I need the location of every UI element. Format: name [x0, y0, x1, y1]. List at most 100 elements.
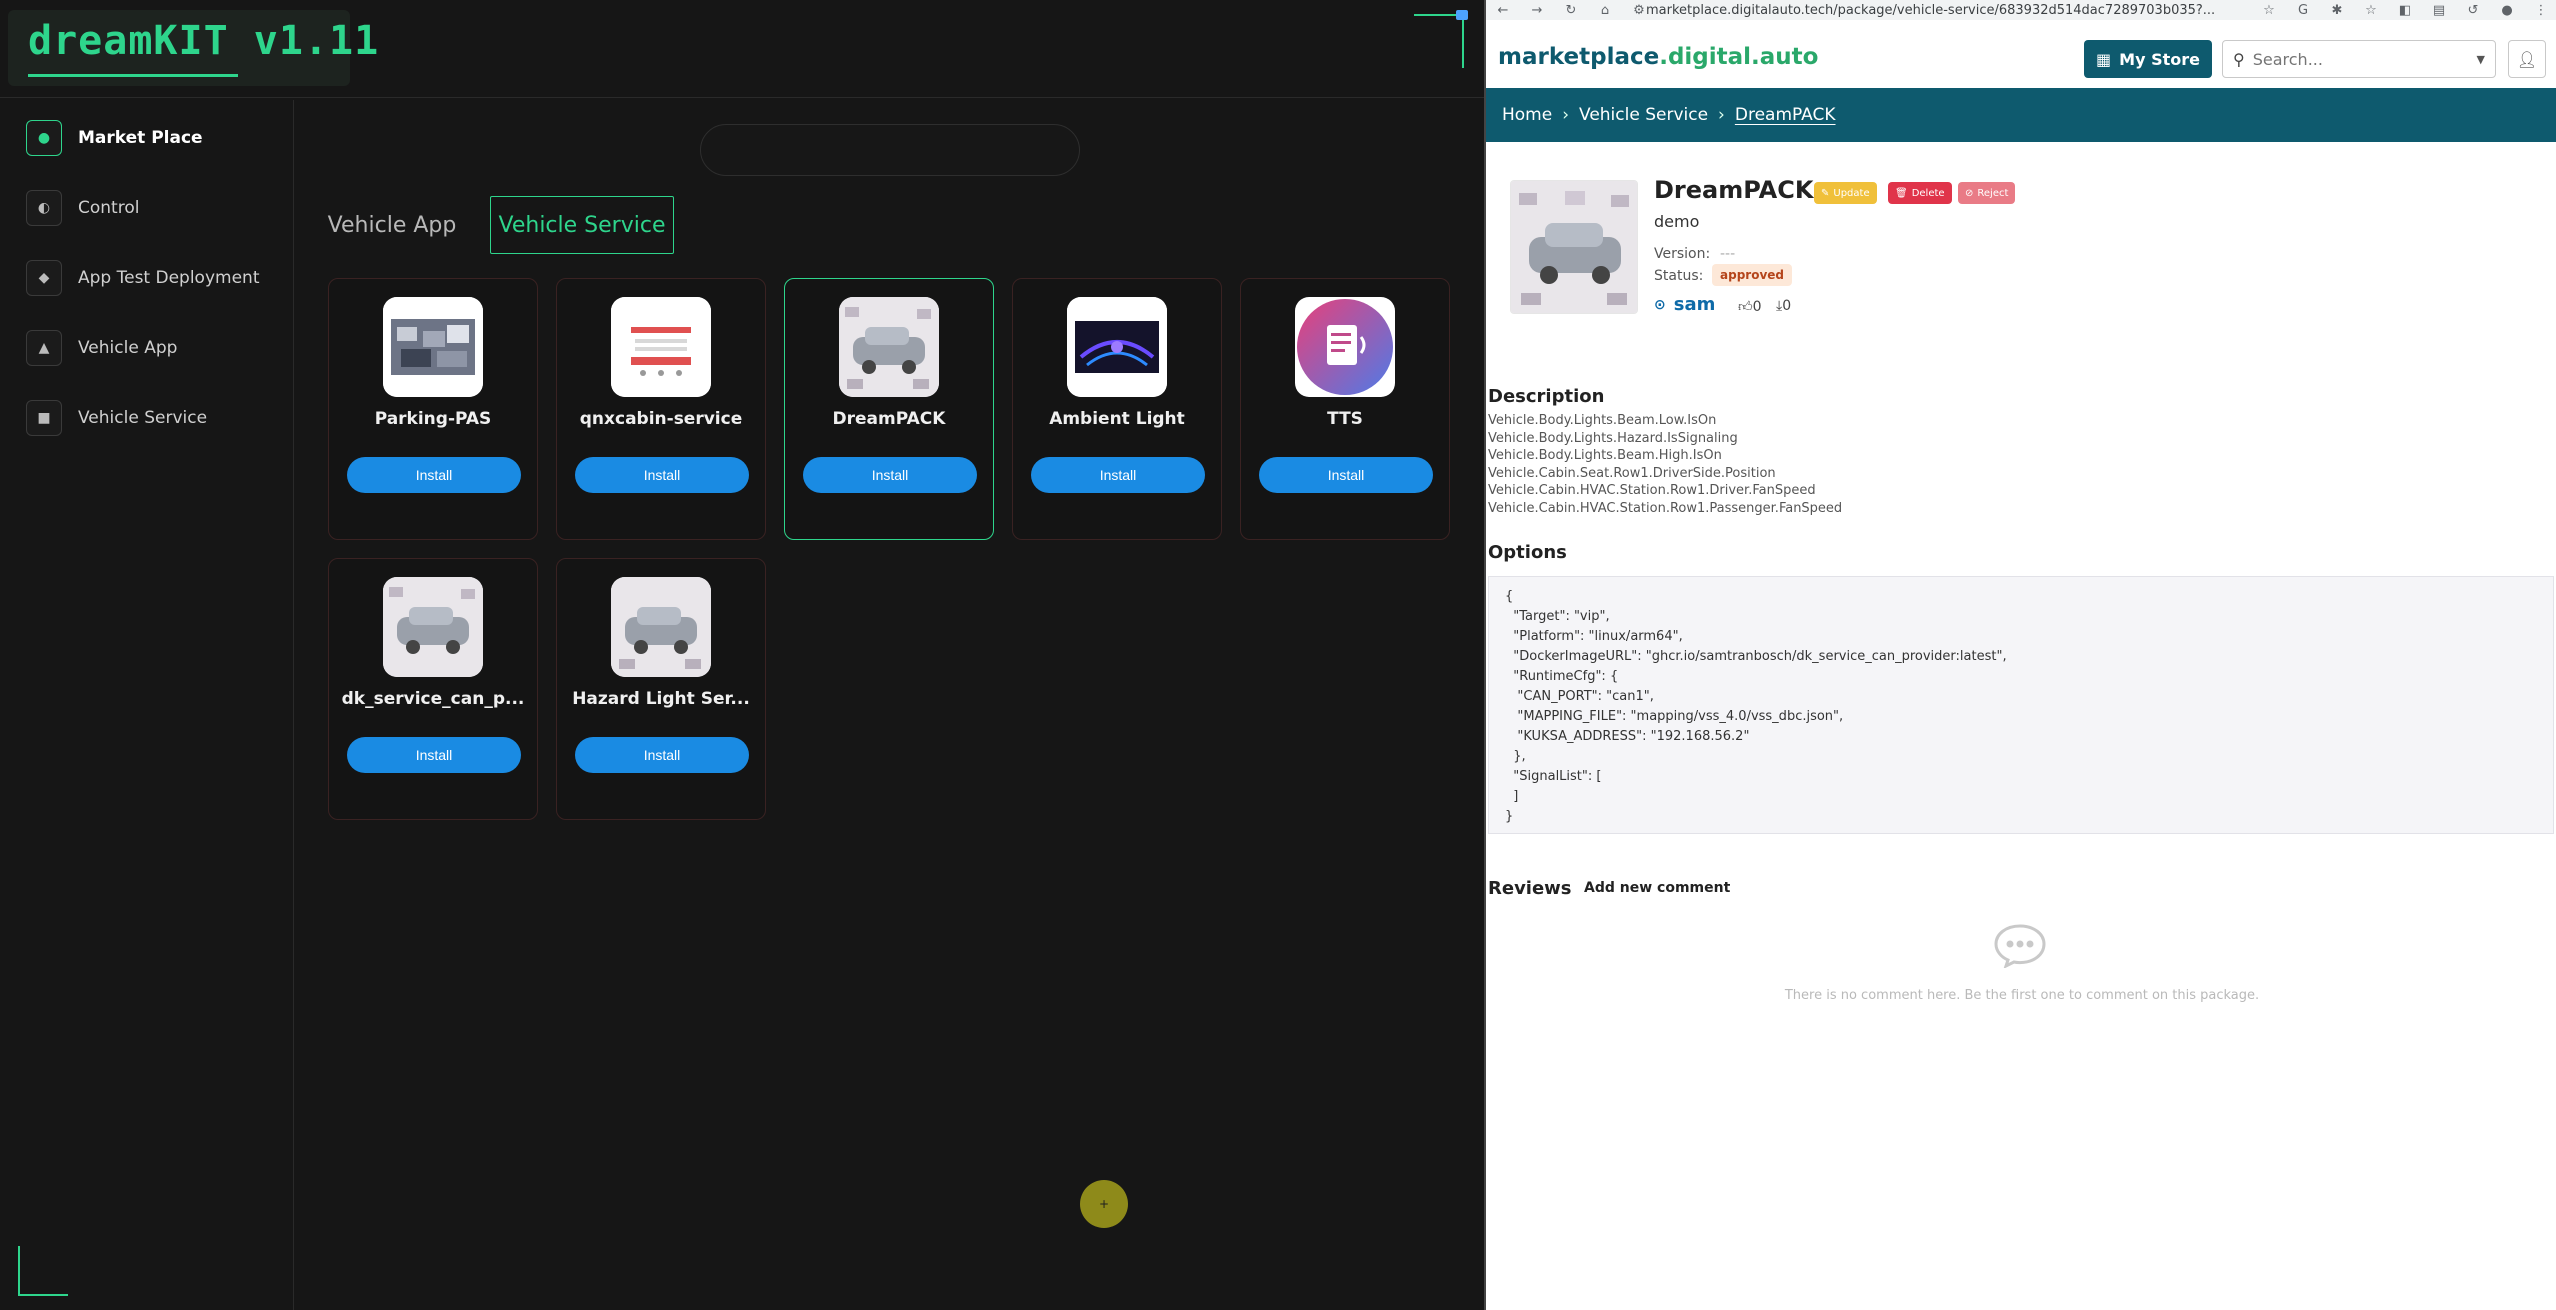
update-button[interactable]: ✎ Update: [1814, 182, 1877, 204]
browser-window: ← → ↻ ⌂ ⚙ marketplace.digitalauto.tech/p…: [1484, 0, 2556, 1310]
sidebar-item-label: Market Place: [78, 128, 203, 148]
options-title: Options: [1488, 542, 1567, 563]
delete-button[interactable]: 🗑︎ Delete: [1888, 182, 1952, 204]
square-icon: ■: [26, 400, 62, 436]
card-name: Hazard Light Ser...: [572, 689, 750, 709]
description-line: Vehicle.Cabin.HVAC.Station.Row1.Passenge…: [1488, 500, 1843, 516]
triangle-icon: ▲: [26, 330, 62, 366]
url-bar[interactable]: marketplace.digitalauto.tech/package/veh…: [1646, 0, 2226, 20]
star-icon[interactable]: ☆: [2354, 0, 2388, 20]
reject-button[interactable]: ⊘ Reject: [1958, 182, 2016, 204]
description-list: Vehicle.Body.Lights.Beam.Low.IsOn Vehicl…: [1488, 412, 1842, 517]
profile-avatar-icon[interactable]: ●: [2490, 0, 2524, 20]
card-name: DreamPACK: [832, 409, 946, 429]
reading-list-icon[interactable]: ▤: [2422, 0, 2456, 20]
app-card-ambient-light[interactable]: Ambient Light Install: [1012, 278, 1222, 540]
downloads-count: ⤓0: [1776, 298, 1791, 314]
corner-decoration: [1414, 14, 1464, 68]
comment-bubble-icon: [1994, 924, 2046, 968]
app-card-hazard-light-service[interactable]: Hazard Light Ser... Install: [556, 558, 766, 820]
install-button[interactable]: Install: [575, 737, 749, 773]
description-line: Vehicle.Body.Lights.Beam.Low.IsOn: [1488, 413, 1717, 428]
browser-toolbar: ← → ↻ ⌂ ⚙ marketplace.digitalauto.tech/p…: [1486, 0, 2556, 20]
install-button[interactable]: Install: [1259, 457, 1433, 493]
delete-label: Delete: [1911, 187, 1945, 199]
app-title: dreamKIT v1.11: [28, 18, 380, 64]
card-name: Parking-PAS: [374, 409, 492, 429]
dot-icon: ●: [26, 120, 62, 156]
likes-count[interactable]: 👍︎0: [1738, 298, 1762, 315]
half-circle-icon: ◐: [26, 190, 62, 226]
version-label: Version:: [1654, 246, 1711, 262]
options-code-block: { "Target": "vip", "Platform": "linux/ar…: [1488, 576, 2554, 834]
store-icon: ▦: [2096, 49, 2112, 69]
bookmark-star-icon[interactable]: ☆: [2252, 0, 2286, 20]
search-input[interactable]: [2252, 49, 2453, 69]
search-pill[interactable]: [700, 124, 1080, 176]
my-store-label: My Store: [2119, 49, 2200, 69]
status-badge: approved: [1712, 264, 1792, 286]
notification-icon[interactable]: [1456, 10, 1468, 20]
sidebar-item-label: Control: [78, 198, 140, 218]
breadcrumb-home[interactable]: Home: [1502, 105, 1552, 125]
breadcrumb-category[interactable]: Vehicle Service: [1579, 105, 1708, 125]
forward-icon[interactable]: →: [1520, 0, 1554, 20]
package-name: DreamPACK: [1654, 176, 1814, 204]
card-name: Ambient Light: [1049, 409, 1185, 429]
tab-vehicle-service[interactable]: Vehicle Service: [490, 196, 674, 254]
site-logo-rest: .digital.auto: [1659, 44, 1819, 70]
title-underline: [28, 74, 238, 77]
package-author[interactable]: ⊙ sam: [1654, 294, 1715, 315]
sidebar-item-label: Vehicle App: [78, 338, 178, 358]
home-icon[interactable]: ⌂: [1588, 0, 1622, 20]
app-card-tts[interactable]: TTS Install: [1240, 278, 1450, 540]
app-title-box: dreamKIT v1.11: [8, 10, 378, 86]
translate-icon[interactable]: G: [2286, 0, 2320, 20]
hazard-light-thumbnail: [611, 577, 711, 677]
search-icon: ⚲: [2233, 49, 2245, 69]
install-button[interactable]: Install: [1031, 457, 1205, 493]
sidebar-item-vehicle-service[interactable]: ■ Vehicle Service: [26, 398, 207, 438]
description-line: Vehicle.Cabin.Seat.Row1.DriverSide.Posit…: [1488, 465, 1776, 481]
sidebar-item-market-place[interactable]: ● Market Place: [26, 118, 203, 158]
corner-decoration: [18, 1246, 68, 1296]
add-comment-button[interactable]: Add new comment: [1584, 880, 1730, 896]
tab-vehicle-app[interactable]: Vehicle App: [322, 196, 462, 254]
app-card-dreampack[interactable]: DreamPACK Install: [784, 278, 994, 540]
my-store-button[interactable]: ▦ My Store: [2084, 40, 2212, 78]
extensions-puzzle-icon[interactable]: ◧: [2388, 0, 2422, 20]
extension-icon[interactable]: ✱: [2320, 0, 2354, 20]
app-card-parking-pas[interactable]: Parking-PAS Install: [328, 278, 538, 540]
back-icon[interactable]: ←: [1486, 0, 1520, 20]
author-name: sam: [1673, 294, 1716, 315]
card-name: TTS: [1327, 409, 1363, 429]
site-header: marketplace.digital.auto ▦ My Store ⚲ ▼ 👤…: [1486, 30, 2556, 86]
site-logo[interactable]: marketplace.digital.auto: [1498, 44, 1818, 70]
user-icon[interactable]: 👤︎: [2508, 40, 2546, 78]
reload-icon[interactable]: ↻: [1554, 0, 1588, 20]
app-card-dk-service-can-provider[interactable]: dk_service_can_p... Install: [328, 558, 538, 820]
card-name: dk_service_can_p...: [341, 689, 525, 709]
install-button[interactable]: Install: [803, 457, 977, 493]
install-button[interactable]: Install: [347, 737, 521, 773]
sidebar: ● Market Place ◐ Control ◆ App Test Depl…: [0, 100, 294, 1310]
chevron-down-icon[interactable]: ▼: [2477, 53, 2485, 66]
sidebar-item-vehicle-app[interactable]: ▲ Vehicle App: [26, 328, 177, 368]
breadcrumb-current[interactable]: DreamPACK: [1735, 105, 1836, 125]
trash-icon: 🗑︎: [1895, 187, 1908, 199]
parking-thumbnail: [383, 297, 483, 397]
site-search[interactable]: ⚲ ▼: [2222, 40, 2496, 78]
install-button[interactable]: Install: [575, 457, 749, 493]
reject-label: Reject: [1977, 187, 2009, 199]
sidebar-item-app-test-deployment[interactable]: ◆ App Test Deployment: [26, 258, 259, 298]
install-button[interactable]: Install: [347, 457, 521, 493]
thumbs-up-icon: 👍︎: [1738, 299, 1753, 315]
chevron-right-icon: ›: [1562, 105, 1570, 125]
menu-icon[interactable]: ⋮: [2524, 0, 2556, 20]
app-card-qnxcabin-service[interactable]: qnxcabin-service Install: [556, 278, 766, 540]
no-comment-text: There is no comment here. Be the first o…: [1784, 988, 2260, 1003]
history-icon[interactable]: ↺: [2456, 0, 2490, 20]
ban-icon: ⊘: [1965, 187, 1974, 199]
reviews-title: Reviews: [1488, 878, 1572, 899]
sidebar-item-control[interactable]: ◐ Control: [26, 188, 139, 228]
